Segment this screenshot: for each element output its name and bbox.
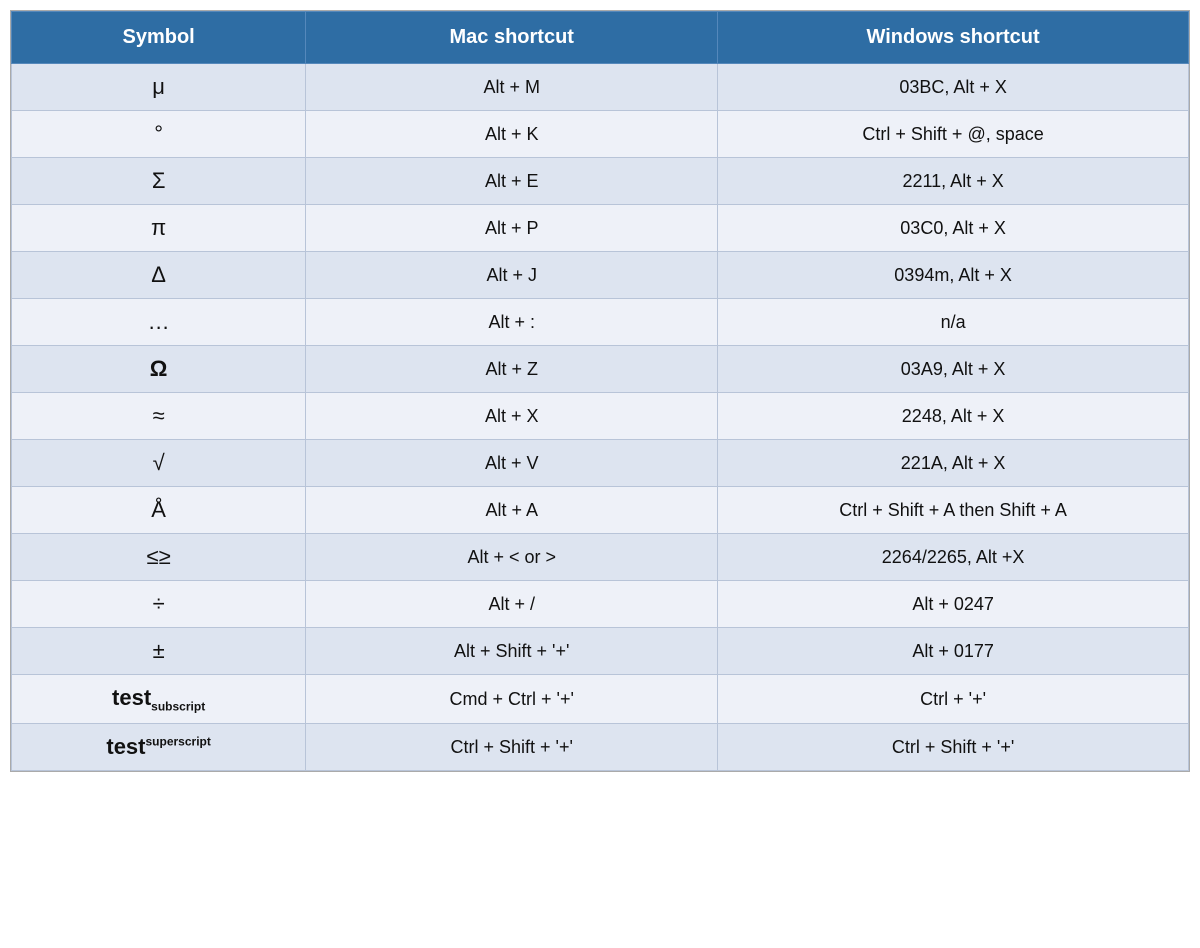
table-row: °Alt + KCtrl + Shift + @, space [12,111,1189,158]
cell-windows-shortcut: 03C0, Alt + X [718,205,1189,252]
cell-mac-shortcut: Alt + Shift + '+' [306,628,718,675]
cell-mac-shortcut: Alt + E [306,158,718,205]
cell-symbol: √ [12,440,306,487]
table-row: ÅAlt + ACtrl + Shift + A then Shift + A [12,487,1189,534]
cell-windows-shortcut: Alt + 0177 [718,628,1189,675]
cell-windows-shortcut: 03BC, Alt + X [718,64,1189,111]
cell-windows-shortcut: 2264/2265, Alt +X [718,534,1189,581]
header-symbol: Symbol [12,12,306,64]
cell-symbol: Ω [12,346,306,393]
table-row: ±Alt + Shift + '+'Alt + 0177 [12,628,1189,675]
cell-mac-shortcut: Ctrl + Shift + '+' [306,724,718,771]
cell-symbol: ≤≥ [12,534,306,581]
table-row: …Alt + :n/a [12,299,1189,346]
cell-mac-shortcut: Alt + < or > [306,534,718,581]
cell-mac-shortcut: Alt + M [306,64,718,111]
cell-mac-shortcut: Alt + K [306,111,718,158]
cell-windows-shortcut: Ctrl + '+' [718,675,1189,724]
table-row: ΩAlt + Z03A9, Alt + X [12,346,1189,393]
cell-mac-shortcut: Cmd + Ctrl + '+' [306,675,718,724]
cell-symbol: Å [12,487,306,534]
cell-mac-shortcut: Alt + : [306,299,718,346]
cell-windows-shortcut: Alt + 0247 [718,581,1189,628]
cell-windows-shortcut: Ctrl + Shift + @, space [718,111,1189,158]
cell-symbol: μ [12,64,306,111]
table-row: ≤≥Alt + < or >2264/2265, Alt +X [12,534,1189,581]
table-row: ΔAlt + J0394m, Alt + X [12,252,1189,299]
table-row: πAlt + P03C0, Alt + X [12,205,1189,252]
table-row: ÷Alt + /Alt + 0247 [12,581,1189,628]
table-row: ≈Alt + X2248, Alt + X [12,393,1189,440]
cell-symbol: π [12,205,306,252]
cell-mac-shortcut: Alt + / [306,581,718,628]
cell-windows-shortcut: n/a [718,299,1189,346]
header-mac: Mac shortcut [306,12,718,64]
cell-mac-shortcut: Alt + V [306,440,718,487]
cell-symbol: ÷ [12,581,306,628]
cell-mac-shortcut: Alt + P [306,205,718,252]
cell-mac-shortcut: Alt + Z [306,346,718,393]
cell-windows-shortcut: Ctrl + Shift + A then Shift + A [718,487,1189,534]
cell-symbol: testsuperscript [12,724,306,771]
cell-windows-shortcut: 2248, Alt + X [718,393,1189,440]
cell-symbol: ≈ [12,393,306,440]
cell-symbol: … [12,299,306,346]
cell-windows-shortcut: Ctrl + Shift + '+' [718,724,1189,771]
table-row: testsuperscriptCtrl + Shift + '+'Ctrl + … [12,724,1189,771]
cell-windows-shortcut: 221A, Alt + X [718,440,1189,487]
table-row: testsubscriptCmd + Ctrl + '+'Ctrl + '+' [12,675,1189,724]
table-row: √Alt + V221A, Alt + X [12,440,1189,487]
header-windows: Windows shortcut [718,12,1189,64]
shortcuts-table-container: Symbol Mac shortcut Windows shortcut μAl… [10,10,1190,772]
table-header-row: Symbol Mac shortcut Windows shortcut [12,12,1189,64]
cell-symbol: Δ [12,252,306,299]
cell-mac-shortcut: Alt + J [306,252,718,299]
cell-mac-shortcut: Alt + X [306,393,718,440]
cell-symbol: ± [12,628,306,675]
cell-symbol: ° [12,111,306,158]
cell-windows-shortcut: 03A9, Alt + X [718,346,1189,393]
table-row: μAlt + M03BC, Alt + X [12,64,1189,111]
shortcuts-table: Symbol Mac shortcut Windows shortcut μAl… [11,11,1189,771]
cell-mac-shortcut: Alt + A [306,487,718,534]
cell-windows-shortcut: 0394m, Alt + X [718,252,1189,299]
cell-symbol: Σ [12,158,306,205]
cell-windows-shortcut: 2211, Alt + X [718,158,1189,205]
cell-symbol: testsubscript [12,675,306,724]
table-row: ΣAlt + E2211, Alt + X [12,158,1189,205]
